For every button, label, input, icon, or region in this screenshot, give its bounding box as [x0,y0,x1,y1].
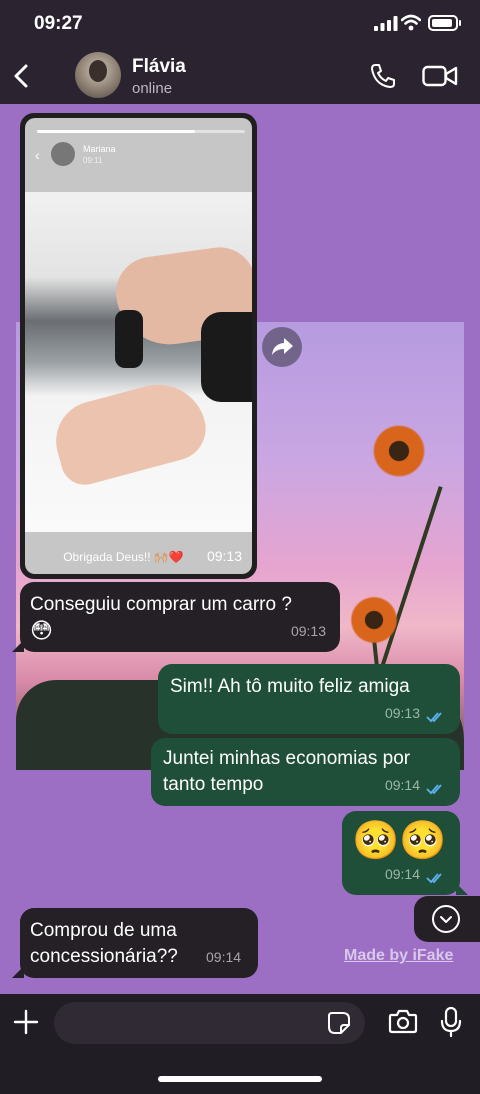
story-back-icon: ‹ [35,147,40,163]
story-preview: ‹ Mariana 09:11 Obrigada Deus!! 🙌🏼❤️ 09:… [25,118,252,574]
wifi-icon [401,14,421,31]
message-outgoing[interactable]: Sim!! Ah tô muito feliz amiga 09:13 [158,664,460,734]
message-time: 09:14 [206,949,242,965]
back-icon[interactable] [8,60,36,92]
phone-icon[interactable] [369,62,397,90]
story-reply-card[interactable]: ‹ Mariana 09:11 Obrigada Deus!! 🙌🏼❤️ 09:… [20,113,257,579]
message-text: 🥺🥺 [352,820,447,862]
share-icon [272,338,293,355]
status-bar: 09:27 [0,0,480,48]
message-time: 09:14 [384,777,420,793]
camera-icon[interactable] [388,1008,418,1034]
scroll-down-button[interactable] [414,896,480,942]
story-progress [37,130,245,133]
message-incoming[interactable]: Conseguiu comprar um carro ? 😳 09:13 [12,582,340,652]
hand [47,373,213,491]
sticker-icon[interactable] [327,1011,351,1035]
contact-name[interactable]: Flávia [132,56,186,78]
home-indicator [158,1076,322,1082]
video-icon[interactable] [422,64,458,88]
message-text: Juntei minhas economias por tanto tempo [163,748,411,795]
read-ticks-icon [426,712,442,723]
chat-header: Flávia online [0,48,480,104]
message-time: 09:13 [290,623,326,639]
story-author: Mariana [83,144,116,154]
story-time: 09:11 [83,156,103,165]
share-button[interactable] [262,327,302,367]
read-ticks-icon [426,873,442,884]
sleeve [201,312,252,402]
message-time: 09:13 [384,705,420,721]
message-incoming[interactable]: Comprou de uma concessionária?? 09:14 [12,908,258,978]
contact-status: online [132,80,173,97]
flower [368,420,430,482]
message-time: 09:14 [384,866,420,882]
message-outgoing[interactable]: Juntei minhas economias por tanto tempo … [151,738,460,806]
message-input[interactable] [54,1002,365,1044]
message-text: Conseguiu comprar um carro ? [30,594,292,615]
scroll-down-icon [432,905,460,933]
input-bar [0,994,480,1094]
watermark-link[interactable]: Made by iFake [344,947,453,965]
status-time: 09:27 [34,13,83,34]
story-timestamp: 09:13 [206,548,242,564]
battery-icon [428,15,461,31]
story-avatar [51,142,75,166]
mic-icon[interactable] [440,1006,462,1038]
contact-avatar[interactable] [75,52,121,98]
message-outgoing[interactable]: 🥺🥺 09:14 [342,811,468,895]
plus-icon[interactable] [12,1008,40,1036]
message-text: Sim!! Ah tô muito feliz amiga [170,676,410,697]
signal-icon [374,16,398,31]
car-key [115,310,143,368]
read-ticks-icon [426,784,442,795]
message-emoji: 😳 [30,618,53,643]
story-image [25,192,252,532]
flower [346,592,402,648]
message-text: Comprou de uma concessionária?? [30,920,178,967]
